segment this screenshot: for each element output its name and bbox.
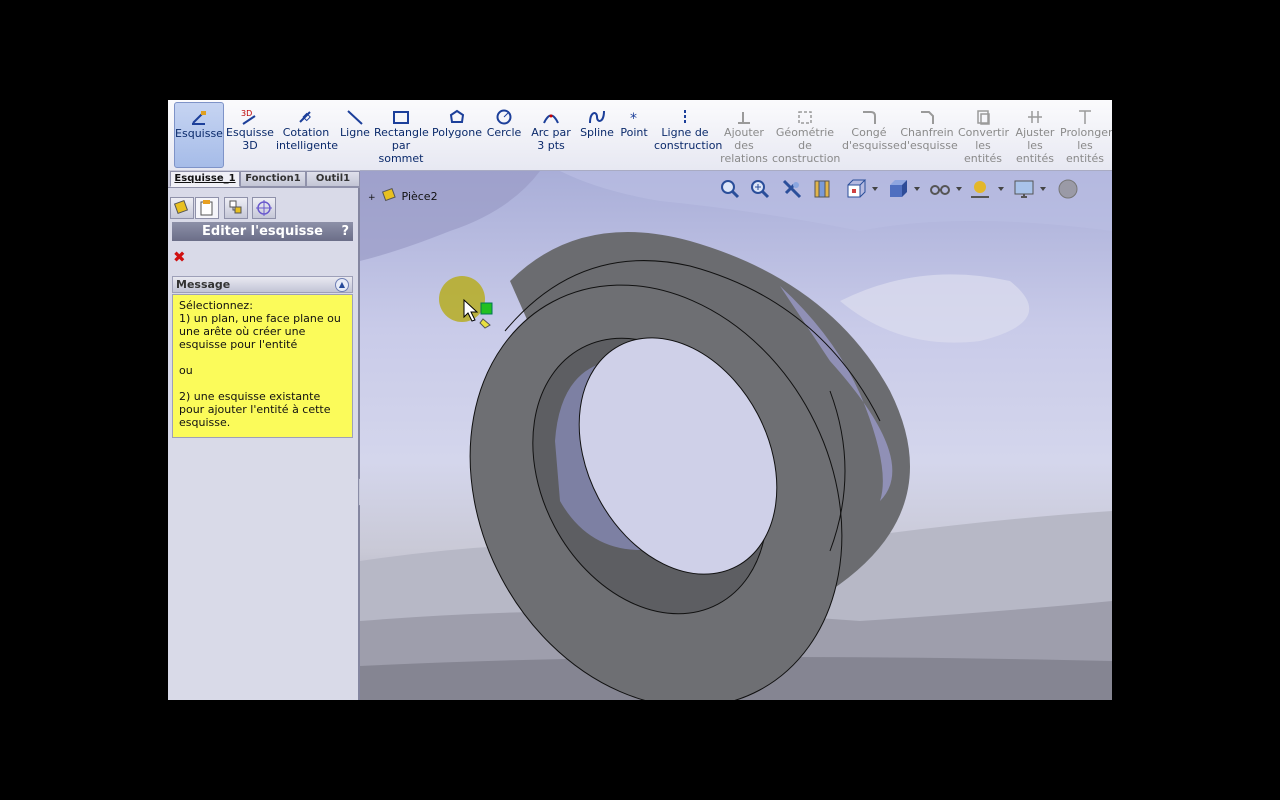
construction-geometry-button[interactable]: Géométrie de construction — [772, 102, 840, 165]
extend-entities-button[interactable]: Prolonger les entités — [1060, 102, 1112, 165]
dimxpert-icon — [256, 200, 272, 216]
command-manager-ribbon: Esquisse 3D Esquisse 3D Cotation intelli… — [168, 100, 1112, 171]
spline-icon — [589, 110, 605, 124]
message-box: Sélectionnez: 1) un plan, une face plane… — [172, 294, 353, 438]
collapse-icon[interactable]: ▲ — [335, 278, 349, 292]
trim-entities-button[interactable]: Ajuster les entités — [1012, 102, 1058, 165]
message-line: 1) un plan, une face plane ou une arête … — [179, 312, 341, 351]
feature-manager-tab[interactable] — [170, 197, 194, 219]
smart-dimension-button[interactable]: Cotation intelligente — [276, 102, 338, 152]
sketch-chamfer-button[interactable]: Chanfrein d'esquisse — [900, 102, 958, 152]
property-manager-panel: Editer l'esquisse ? ✖ Message ▲ Sélectio… — [168, 188, 360, 700]
add-relation-icon — [738, 112, 750, 124]
sketch-3d-button[interactable]: 3D Esquisse 3D — [226, 102, 274, 152]
construction-line-button[interactable]: Ligne de construction — [654, 102, 722, 152]
tab-esquisse[interactable]: Esquisse_1 — [170, 171, 240, 187]
sketch-fillet-button[interactable]: Congé d'esquisse — [842, 102, 900, 152]
solidworks-window: Esquisse 3D Esquisse 3D Cotation intelli… — [168, 100, 1112, 700]
help-icon[interactable]: ? — [341, 222, 349, 241]
point-button[interactable]: * Point — [618, 102, 650, 139]
message-line: ou — [179, 364, 193, 377]
rectangle-button[interactable]: Rectangle par sommet — [374, 102, 429, 165]
sketch-3d-icon: 3D — [241, 109, 256, 125]
line-button[interactable]: Ligne — [338, 102, 372, 139]
dimxpert-manager-tab[interactable] — [252, 197, 276, 219]
add-relation-button[interactable]: Ajouter des relations — [720, 102, 768, 165]
graphics-viewport[interactable]: + Pièce2 — [360, 171, 1112, 700]
arc-3pts-button[interactable]: Arc par 3 pts — [526, 102, 576, 152]
line-icon — [347, 110, 363, 125]
message-line: 2) une esquisse existante pour ajouter l… — [179, 390, 331, 429]
property-manager-tab[interactable] — [195, 197, 219, 219]
sketch-fillet-icon — [863, 111, 876, 124]
message-line: Sélectionnez: — [179, 299, 253, 312]
property-icon — [200, 200, 213, 216]
message-line — [179, 377, 346, 390]
tab-fonction1[interactable]: Fonction1 — [240, 171, 306, 187]
feature-tree-icon — [173, 199, 189, 215]
sketch-chamfer-icon — [921, 111, 934, 124]
sketch-button[interactable]: Esquisse — [174, 102, 224, 168]
trim-entities-icon — [1028, 111, 1042, 123]
extend-entities-icon — [1079, 110, 1091, 124]
property-manager-title: Editer l'esquisse ? — [172, 222, 353, 241]
svg-text:*: * — [630, 111, 637, 126]
ring-part-model[interactable] — [360, 171, 1112, 700]
convert-entities-icon — [977, 110, 990, 125]
message-header[interactable]: Message ▲ — [172, 276, 353, 293]
rectangle-icon — [393, 111, 409, 124]
svg-text:3D: 3D — [241, 109, 252, 118]
polygon-icon — [449, 109, 465, 123]
configuration-manager-tab[interactable] — [224, 197, 248, 219]
point-icon: * — [630, 111, 637, 126]
arc-icon — [543, 114, 559, 124]
smart-dimension-icon — [299, 111, 311, 123]
configuration-icon — [229, 200, 242, 214]
polygon-button[interactable]: Polygone — [432, 102, 482, 139]
spline-button[interactable]: Spline — [580, 102, 614, 139]
circle-button[interactable]: Cercle — [486, 102, 522, 139]
sketch-icon — [192, 111, 206, 125]
close-icon[interactable]: ✖ — [173, 250, 186, 265]
convert-entities-button[interactable]: Convertir les entités — [958, 102, 1009, 165]
construction-line-icon — [684, 110, 686, 125]
tab-outil1[interactable]: Outil1 — [306, 171, 360, 187]
construction-geometry-icon — [798, 111, 812, 124]
message-line — [179, 351, 346, 364]
circle-icon — [496, 109, 512, 125]
mouse-cursor — [439, 276, 493, 329]
command-tabs: Esquisse_1 Fonction1 Outil1 — [168, 170, 360, 188]
